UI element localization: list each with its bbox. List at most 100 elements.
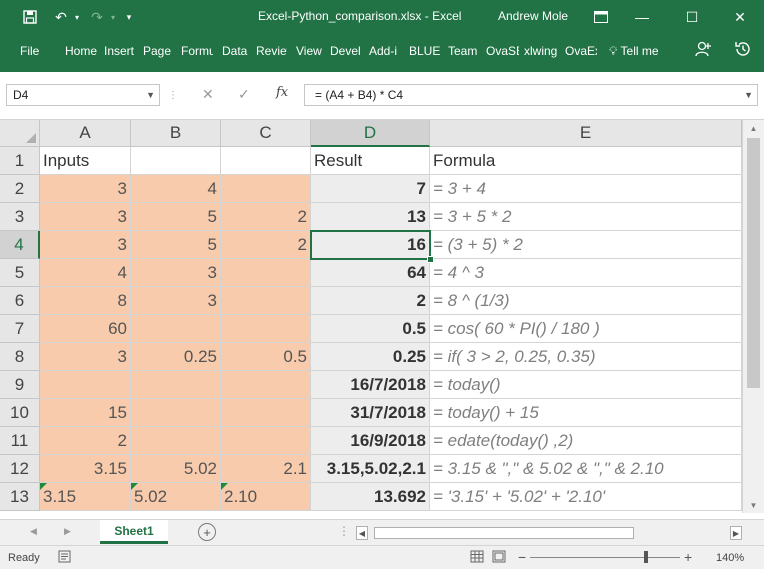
cell-a9[interactable]	[40, 371, 131, 399]
cell-c4[interactable]: 2	[221, 231, 311, 259]
undo-icon[interactable]: ↶	[50, 6, 72, 28]
cell-b12[interactable]: 5.02	[131, 455, 221, 483]
cell-e4[interactable]: = (3 + 5) * 2	[430, 231, 742, 259]
cell-e13[interactable]: = '3.15' + '5.02' + '2.10'	[430, 483, 742, 511]
cell-e5[interactable]: = 4 ^ 3	[430, 259, 742, 287]
minimize-button[interactable]: —	[622, 0, 662, 34]
cell-b11[interactable]	[131, 427, 221, 455]
zoom-in-icon[interactable]: +	[684, 549, 692, 565]
tab-view[interactable]: View	[296, 44, 322, 58]
select-all-corner[interactable]	[0, 120, 40, 147]
row-header-12[interactable]: 12	[0, 455, 40, 483]
tab-split-handle-icon[interactable]: ⋮	[338, 524, 350, 538]
formula-bar-grip-icon[interactable]: ⋮	[168, 90, 178, 101]
cell-e8[interactable]: = if( 3 > 2, 0.25, 0.35)	[430, 343, 742, 371]
cell-d8[interactable]: 0.25	[311, 343, 430, 371]
tab-ovaex[interactable]: OvaEx	[565, 44, 597, 58]
row-header-9[interactable]: 9	[0, 371, 40, 399]
column-header-b[interactable]: B	[131, 120, 221, 147]
cell-c5[interactable]	[221, 259, 311, 287]
cancel-entry-icon[interactable]: ✕	[202, 86, 214, 103]
cell-b8[interactable]: 0.25	[131, 343, 221, 371]
cell-a12[interactable]: 3.15	[40, 455, 131, 483]
tab-formulas[interactable]: Formu	[181, 44, 213, 58]
cell-e9[interactable]: = today()	[430, 371, 742, 399]
row-header-3[interactable]: 3	[0, 203, 40, 231]
horizontal-scroll-thumb[interactable]	[374, 527, 634, 539]
scroll-right-icon[interactable]: ▶	[730, 526, 742, 540]
cell-b10[interactable]	[131, 399, 221, 427]
cell-e7[interactable]: = cos( 60 * PI() / 180 )	[430, 315, 742, 343]
cell-b2[interactable]: 4	[131, 175, 221, 203]
name-box[interactable]: D4 ▼	[6, 84, 160, 106]
cell-a13[interactable]: 3.15	[40, 483, 131, 511]
cell-c7[interactable]	[221, 315, 311, 343]
cell-b13[interactable]: 5.02	[131, 483, 221, 511]
horizontal-scrollbar[interactable]: ◀ ▶	[356, 526, 742, 540]
cell-a10[interactable]: 15	[40, 399, 131, 427]
cell-d3[interactable]: 13	[311, 203, 430, 231]
tab-add-ins[interactable]: Add-i	[369, 44, 401, 58]
cell-d5[interactable]: 64	[311, 259, 430, 287]
cell-d10[interactable]: 31/7/2018	[311, 399, 430, 427]
cell-a4[interactable]: 3	[40, 231, 131, 259]
tab-file[interactable]: File	[20, 44, 39, 58]
tab-data[interactable]: Data	[222, 44, 250, 58]
close-button[interactable]: ✕	[720, 0, 760, 34]
cell-c10[interactable]	[221, 399, 311, 427]
column-header-a[interactable]: A	[40, 120, 131, 147]
cell-a6[interactable]: 8	[40, 287, 131, 315]
cell-e11[interactable]: = edate(today() ,2)	[430, 427, 742, 455]
vertical-scroll-thumb[interactable]	[747, 138, 760, 388]
tab-ovase[interactable]: OvaSE	[486, 44, 519, 58]
zoom-level[interactable]: 140%	[716, 552, 744, 564]
cell-b1[interactable]	[131, 147, 221, 175]
row-header-7[interactable]: 7	[0, 315, 40, 343]
page-status-icon[interactable]	[58, 550, 71, 566]
cell-e1[interactable]: Formula	[430, 147, 742, 175]
cell-e6[interactable]: = 8 ^ (1/3)	[430, 287, 742, 315]
cell-e12[interactable]: = 3.15 & "," & 5.02 & "," & 2.10	[430, 455, 742, 483]
confirm-entry-icon[interactable]: ✓	[238, 86, 250, 103]
next-sheet-icon[interactable]: ▶	[64, 526, 71, 537]
scroll-down-icon[interactable]: ▼	[743, 497, 764, 513]
cell-c8[interactable]: 0.5	[221, 343, 311, 371]
zoom-slider-knob[interactable]	[644, 551, 648, 563]
cell-b3[interactable]: 5	[131, 203, 221, 231]
tab-developer[interactable]: Devel	[330, 44, 361, 58]
row-header-5[interactable]: 5	[0, 259, 40, 287]
cell-c1[interactable]	[221, 147, 311, 175]
column-header-d[interactable]: D	[311, 120, 430, 147]
row-header-6[interactable]: 6	[0, 287, 40, 315]
tell-me-search[interactable]: 💡︎ Tell me	[609, 44, 659, 59]
cell-a1[interactable]: Inputs	[40, 147, 131, 175]
cell-d6[interactable]: 2	[311, 287, 430, 315]
tab-home[interactable]: Home	[65, 44, 97, 58]
cell-e3[interactable]: = 3 + 5 * 2	[430, 203, 742, 231]
history-icon[interactable]	[734, 40, 752, 61]
formula-input[interactable]: = (A4 + B4) * C4 ▼	[304, 84, 758, 106]
cell-a3[interactable]: 3	[40, 203, 131, 231]
error-indicator-icon[interactable]	[40, 483, 47, 490]
cell-e10[interactable]: = today() + 15	[430, 399, 742, 427]
tab-team[interactable]: Team	[448, 44, 478, 58]
redo-dropdown-icon[interactable]: ▾	[108, 6, 118, 28]
cell-d1[interactable]: Result	[311, 147, 430, 175]
scroll-left-icon[interactable]: ◀	[356, 526, 368, 540]
cell-c3[interactable]: 2	[221, 203, 311, 231]
ribbon-display-options-icon[interactable]	[586, 0, 616, 34]
cell-e2[interactable]: = 3 + 4	[430, 175, 742, 203]
cell-d11[interactable]: 16/9/2018	[311, 427, 430, 455]
row-header-8[interactable]: 8	[0, 343, 40, 371]
row-header-11[interactable]: 11	[0, 427, 40, 455]
tab-bluee[interactable]: BLUEE	[409, 44, 441, 58]
cell-d4[interactable]: 16	[311, 231, 430, 259]
scroll-up-icon[interactable]: ▲	[743, 120, 764, 136]
cell-b4[interactable]: 5	[131, 231, 221, 259]
cell-a11[interactable]: 2	[40, 427, 131, 455]
vertical-scrollbar[interactable]: ▲ ▼	[742, 120, 764, 513]
tab-insert[interactable]: Insert	[104, 44, 136, 58]
cell-c9[interactable]	[221, 371, 311, 399]
expand-formula-bar-icon[interactable]: ▼	[744, 85, 753, 105]
cell-c12[interactable]: 2.1	[221, 455, 311, 483]
